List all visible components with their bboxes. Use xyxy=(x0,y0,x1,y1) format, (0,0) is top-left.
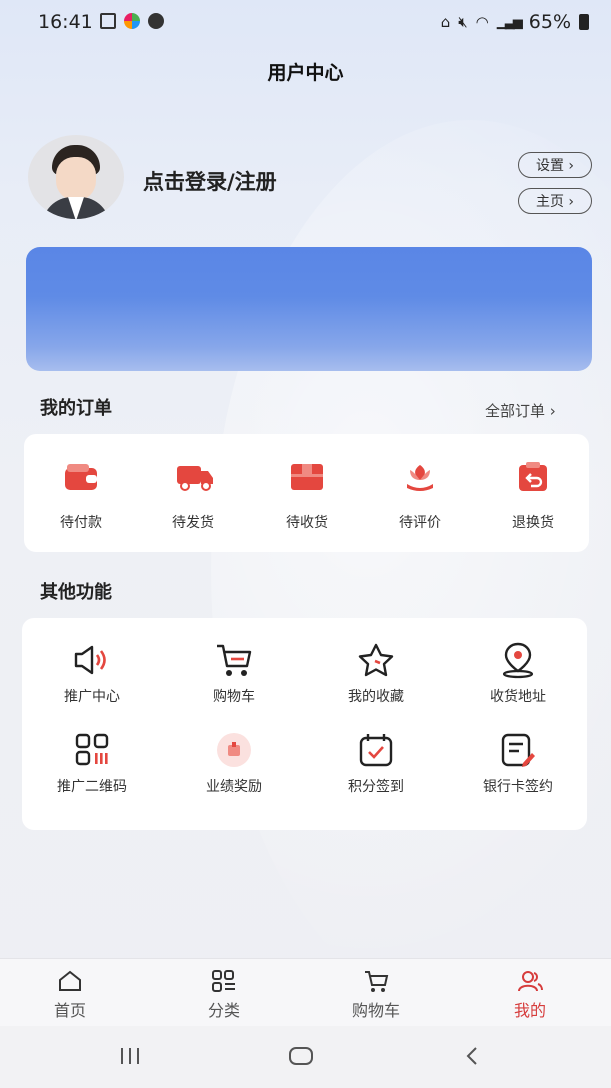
qrcode-icon xyxy=(72,730,112,770)
func-label: 推广中心 xyxy=(64,689,120,705)
order-pending-shipment[interactable]: 待发货 xyxy=(148,462,238,532)
bottom-tab-bar: 首页 分类 购物车 我的 xyxy=(0,958,611,1026)
cart-icon xyxy=(326,967,426,995)
func-points-checkin[interactable]: 积分签到 xyxy=(316,730,436,796)
app-ring-icon xyxy=(124,13,140,29)
sign-doc-icon xyxy=(498,730,538,770)
tab-label: 购物车 xyxy=(351,1001,400,1020)
func-promotion-center[interactable]: 推广中心 xyxy=(32,640,152,706)
func-favorites[interactable]: 我的收藏 xyxy=(316,640,436,706)
battery-icon xyxy=(579,14,589,30)
check-circle-icon xyxy=(148,13,164,29)
func-label: 推广二维码 xyxy=(57,779,127,795)
category-icon xyxy=(174,967,274,995)
flower-icon xyxy=(403,462,437,492)
user-icon xyxy=(480,967,580,995)
star-icon xyxy=(356,640,396,680)
status-right: ⌂ 🔇︎ ◠ ▁▃▅ 65% xyxy=(441,11,589,33)
notification-icons xyxy=(100,13,164,29)
cart-icon xyxy=(214,640,254,680)
status-time: 16:41 xyxy=(38,11,93,33)
all-orders-link[interactable]: 全部订单 › xyxy=(485,400,556,421)
promo-banner[interactable] xyxy=(26,247,592,371)
orders-card: 待付款 待发货 待收货 待评价 退换货 xyxy=(24,434,589,552)
func-label: 我的收藏 xyxy=(348,689,404,705)
func-label: 积分签到 xyxy=(348,779,404,795)
tab-cart[interactable]: 购物车 xyxy=(326,967,426,1021)
order-pending-review[interactable]: 待评价 xyxy=(375,462,465,532)
order-label: 退换货 xyxy=(512,515,554,531)
tab-label: 首页 xyxy=(53,1001,86,1020)
order-label: 待发货 xyxy=(172,515,214,531)
tab-label: 我的 xyxy=(513,1001,546,1020)
orders-section-title: 我的订单 xyxy=(40,398,112,419)
avatar-face xyxy=(56,157,96,201)
user-center-page: 16:41 ⌂ 🔇︎ ◠ ▁▃▅ 65% 用户中心 点击登录/注册 设置 › 主… xyxy=(0,0,611,1088)
mute-icon: 🔇︎ xyxy=(458,13,468,31)
func-bank-card-signing[interactable]: 银行卡签约 xyxy=(458,730,578,796)
settings-button[interactable]: 设置 › xyxy=(518,152,592,178)
speaker-icon xyxy=(72,640,112,680)
tab-category[interactable]: 分类 xyxy=(174,967,274,1021)
functions-card: 推广中心 购物车 我的收藏 收货地址 推广二维码 业绩奖励 积分签到 银行卡签约 xyxy=(22,618,587,830)
home-nav-icon[interactable] xyxy=(288,1044,314,1072)
page-title: 用户中心 xyxy=(267,62,344,84)
reward-icon xyxy=(214,730,254,770)
order-label: 待评价 xyxy=(399,515,441,531)
func-performance-reward[interactable]: 业绩奖励 xyxy=(174,730,294,796)
tab-home[interactable]: 首页 xyxy=(20,967,120,1021)
func-shipping-address[interactable]: 收货地址 xyxy=(458,640,578,706)
func-cart[interactable]: 购物车 xyxy=(174,640,294,706)
box-icon xyxy=(290,462,324,492)
login-register-link[interactable]: 点击登录/注册 xyxy=(143,166,277,196)
home-icon xyxy=(20,967,120,995)
order-label: 待收货 xyxy=(286,515,328,531)
signal-icon: ▁▃▅ xyxy=(496,14,523,30)
func-label: 银行卡签约 xyxy=(483,779,553,795)
back-nav-icon[interactable] xyxy=(464,1044,480,1072)
func-label: 业绩奖励 xyxy=(206,779,262,795)
order-pending-receipt[interactable]: 待收货 xyxy=(262,462,352,532)
avatar[interactable] xyxy=(28,135,124,219)
func-promotion-qrcode[interactable]: 推广二维码 xyxy=(32,730,152,796)
wifi-icon: ◠ xyxy=(475,13,489,31)
tab-label: 分类 xyxy=(207,1001,240,1020)
home-button[interactable]: 主页 › xyxy=(518,188,592,214)
system-nav-bar xyxy=(0,1026,611,1088)
truck-icon xyxy=(176,462,213,492)
functions-section-title: 其他功能 xyxy=(40,582,112,603)
func-label: 购物车 xyxy=(213,689,255,705)
order-return-exchange[interactable]: 退换货 xyxy=(488,462,578,532)
return-icon xyxy=(516,462,550,492)
status-bar: 16:41 ⌂ 🔇︎ ◠ ▁▃▅ 65% xyxy=(0,0,611,46)
func-label: 收货地址 xyxy=(490,689,546,705)
order-label: 待付款 xyxy=(60,515,102,531)
order-pending-payment[interactable]: 待付款 xyxy=(36,462,126,532)
tab-mine[interactable]: 我的 xyxy=(480,967,580,1021)
location-icon xyxy=(498,640,538,680)
calendar-check-icon xyxy=(356,730,396,770)
gallery-icon xyxy=(100,13,116,29)
battery-percent: 65% xyxy=(528,11,571,33)
wallet-icon xyxy=(64,462,98,492)
lock-home-icon: ⌂ xyxy=(440,13,451,31)
recent-apps-icon[interactable] xyxy=(118,1044,142,1072)
